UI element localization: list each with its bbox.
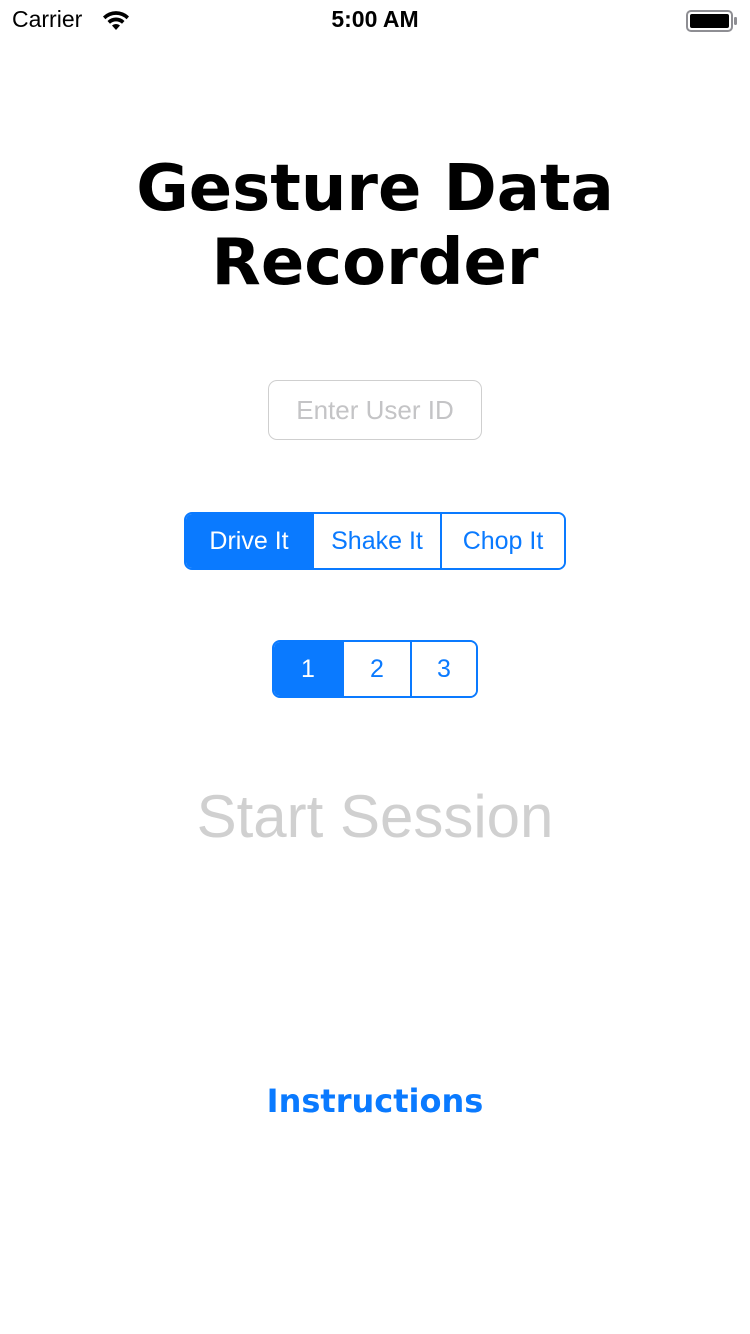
segment-2[interactable]: 2	[342, 642, 410, 696]
instructions-button[interactable]: Instructions	[0, 1082, 750, 1120]
segment-1[interactable]: 1	[274, 642, 342, 696]
gesture-segmented-control: Drive It Shake It Chop It	[184, 512, 566, 570]
clock: 5:00 AM	[331, 6, 419, 32]
segment-3[interactable]: 3	[410, 642, 476, 696]
start-session-button[interactable]: Start Session	[0, 782, 750, 851]
app-title: Gesture Data Recorder	[0, 152, 750, 300]
battery-icon	[686, 10, 737, 32]
app-title-line-1: Gesture Data	[136, 152, 614, 226]
session-number-segmented-control: 1 2 3	[272, 640, 478, 698]
segment-drive-it[interactable]: Drive It	[186, 514, 312, 568]
status-bar: Carrier 5:00 AM	[0, 0, 750, 40]
segment-chop-it[interactable]: Chop It	[440, 514, 564, 568]
app-title-line-2: Recorder	[211, 226, 539, 300]
user-id-input[interactable]	[268, 380, 482, 440]
segment-shake-it[interactable]: Shake It	[312, 514, 440, 568]
